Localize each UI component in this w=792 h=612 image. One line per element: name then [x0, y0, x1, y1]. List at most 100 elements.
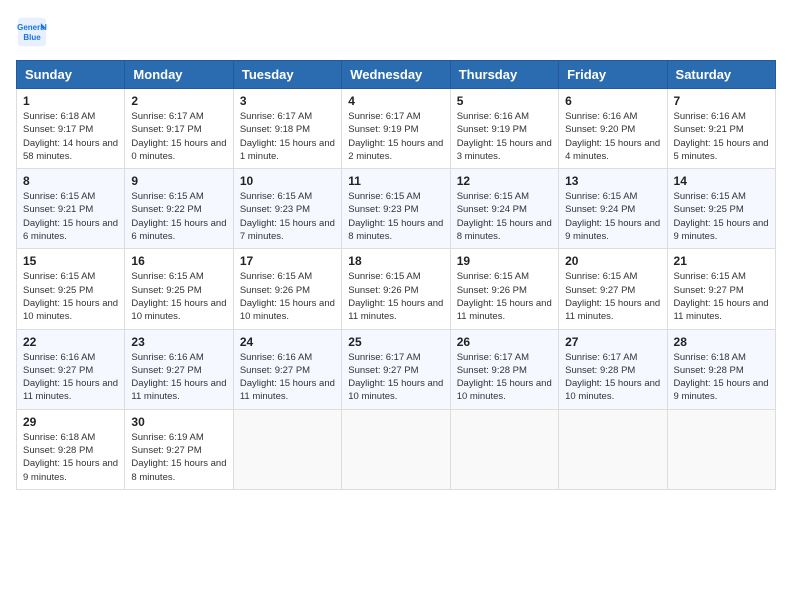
calendar-cell: 28 Sunrise: 6:18 AM Sunset: 9:28 PM Dayl… [667, 329, 775, 409]
logo: General Blue [16, 16, 52, 48]
calendar-cell: 21 Sunrise: 6:15 AM Sunset: 9:27 PM Dayl… [667, 249, 775, 329]
daylight-label: Daylight: 15 hours and 10 minutes. [348, 378, 443, 402]
day-info: Sunrise: 6:16 AM Sunset: 9:21 PM Dayligh… [674, 110, 769, 163]
calendar-cell: 24 Sunrise: 6:16 AM Sunset: 9:27 PM Dayl… [233, 329, 341, 409]
day-info: Sunrise: 6:17 AM Sunset: 9:27 PM Dayligh… [348, 351, 443, 404]
column-header-friday: Friday [559, 61, 667, 89]
sunset-label: Sunset: 9:23 PM [240, 204, 310, 215]
calendar-cell: 22 Sunrise: 6:16 AM Sunset: 9:27 PM Dayl… [17, 329, 125, 409]
daylight-label: Daylight: 15 hours and 10 minutes. [565, 378, 660, 402]
calendar-cell: 15 Sunrise: 6:15 AM Sunset: 9:25 PM Dayl… [17, 249, 125, 329]
day-info: Sunrise: 6:15 AM Sunset: 9:26 PM Dayligh… [348, 270, 443, 323]
sunset-label: Sunset: 9:27 PM [131, 445, 201, 456]
day-number: 3 [240, 94, 335, 108]
daylight-label: Daylight: 15 hours and 8 minutes. [457, 218, 552, 242]
daylight-label: Daylight: 15 hours and 9 minutes. [23, 458, 118, 482]
sunset-label: Sunset: 9:17 PM [23, 124, 93, 135]
day-info: Sunrise: 6:15 AM Sunset: 9:23 PM Dayligh… [240, 190, 335, 243]
day-info: Sunrise: 6:15 AM Sunset: 9:25 PM Dayligh… [674, 190, 769, 243]
calendar-cell: 5 Sunrise: 6:16 AM Sunset: 9:19 PM Dayli… [450, 89, 558, 169]
sunset-label: Sunset: 9:27 PM [240, 365, 310, 376]
calendar-cell: 11 Sunrise: 6:15 AM Sunset: 9:23 PM Dayl… [342, 169, 450, 249]
day-number: 11 [348, 174, 443, 188]
daylight-label: Daylight: 15 hours and 10 minutes. [23, 298, 118, 322]
daylight-label: Daylight: 15 hours and 6 minutes. [23, 218, 118, 242]
sunset-label: Sunset: 9:18 PM [240, 124, 310, 135]
day-number: 16 [131, 254, 226, 268]
calendar-cell: 30 Sunrise: 6:19 AM Sunset: 9:27 PM Dayl… [125, 409, 233, 489]
column-header-wednesday: Wednesday [342, 61, 450, 89]
day-info: Sunrise: 6:15 AM Sunset: 9:27 PM Dayligh… [674, 270, 769, 323]
calendar-cell: 14 Sunrise: 6:15 AM Sunset: 9:25 PM Dayl… [667, 169, 775, 249]
daylight-label: Daylight: 15 hours and 11 minutes. [23, 378, 118, 402]
day-info: Sunrise: 6:18 AM Sunset: 9:17 PM Dayligh… [23, 110, 118, 163]
sunrise-label: Sunrise: 6:15 AM [23, 191, 95, 202]
sunset-label: Sunset: 9:25 PM [131, 285, 201, 296]
calendar-week-row: 29 Sunrise: 6:18 AM Sunset: 9:28 PM Dayl… [17, 409, 776, 489]
day-number: 21 [674, 254, 769, 268]
sunrise-label: Sunrise: 6:16 AM [240, 352, 312, 363]
sunset-label: Sunset: 9:27 PM [348, 365, 418, 376]
sunset-label: Sunset: 9:28 PM [457, 365, 527, 376]
daylight-label: Daylight: 15 hours and 8 minutes. [348, 218, 443, 242]
day-number: 30 [131, 415, 226, 429]
daylight-label: Daylight: 15 hours and 9 minutes. [565, 218, 660, 242]
calendar-cell: 29 Sunrise: 6:18 AM Sunset: 9:28 PM Dayl… [17, 409, 125, 489]
day-number: 29 [23, 415, 118, 429]
calendar-week-row: 8 Sunrise: 6:15 AM Sunset: 9:21 PM Dayli… [17, 169, 776, 249]
day-info: Sunrise: 6:15 AM Sunset: 9:24 PM Dayligh… [565, 190, 660, 243]
sunset-label: Sunset: 9:26 PM [348, 285, 418, 296]
sunset-label: Sunset: 9:24 PM [565, 204, 635, 215]
sunrise-label: Sunrise: 6:15 AM [565, 191, 637, 202]
calendar-cell [233, 409, 341, 489]
day-number: 5 [457, 94, 552, 108]
calendar-cell: 13 Sunrise: 6:15 AM Sunset: 9:24 PM Dayl… [559, 169, 667, 249]
sunrise-label: Sunrise: 6:19 AM [131, 432, 203, 443]
day-number: 24 [240, 335, 335, 349]
calendar-cell: 4 Sunrise: 6:17 AM Sunset: 9:19 PM Dayli… [342, 89, 450, 169]
day-number: 10 [240, 174, 335, 188]
logo-icon: General Blue [16, 16, 48, 48]
day-number: 4 [348, 94, 443, 108]
sunrise-label: Sunrise: 6:18 AM [674, 352, 746, 363]
day-info: Sunrise: 6:16 AM Sunset: 9:19 PM Dayligh… [457, 110, 552, 163]
day-number: 15 [23, 254, 118, 268]
sunrise-label: Sunrise: 6:18 AM [23, 111, 95, 122]
calendar-cell: 9 Sunrise: 6:15 AM Sunset: 9:22 PM Dayli… [125, 169, 233, 249]
day-number: 7 [674, 94, 769, 108]
sunset-label: Sunset: 9:27 PM [23, 365, 93, 376]
day-number: 6 [565, 94, 660, 108]
day-number: 17 [240, 254, 335, 268]
daylight-label: Daylight: 15 hours and 10 minutes. [131, 298, 226, 322]
day-info: Sunrise: 6:15 AM Sunset: 9:21 PM Dayligh… [23, 190, 118, 243]
calendar-cell: 19 Sunrise: 6:15 AM Sunset: 9:26 PM Dayl… [450, 249, 558, 329]
daylight-label: Daylight: 15 hours and 10 minutes. [240, 298, 335, 322]
sunrise-label: Sunrise: 6:17 AM [348, 352, 420, 363]
day-info: Sunrise: 6:17 AM Sunset: 9:28 PM Dayligh… [565, 351, 660, 404]
day-number: 14 [674, 174, 769, 188]
day-info: Sunrise: 6:16 AM Sunset: 9:27 PM Dayligh… [23, 351, 118, 404]
day-info: Sunrise: 6:16 AM Sunset: 9:27 PM Dayligh… [240, 351, 335, 404]
day-info: Sunrise: 6:18 AM Sunset: 9:28 PM Dayligh… [674, 351, 769, 404]
day-number: 27 [565, 335, 660, 349]
sunset-label: Sunset: 9:25 PM [23, 285, 93, 296]
calendar-cell: 18 Sunrise: 6:15 AM Sunset: 9:26 PM Dayl… [342, 249, 450, 329]
calendar-cell: 16 Sunrise: 6:15 AM Sunset: 9:25 PM Dayl… [125, 249, 233, 329]
day-number: 23 [131, 335, 226, 349]
day-number: 1 [23, 94, 118, 108]
sunrise-label: Sunrise: 6:16 AM [457, 111, 529, 122]
day-info: Sunrise: 6:15 AM Sunset: 9:26 PM Dayligh… [457, 270, 552, 323]
day-info: Sunrise: 6:17 AM Sunset: 9:19 PM Dayligh… [348, 110, 443, 163]
sunrise-label: Sunrise: 6:17 AM [131, 111, 203, 122]
day-info: Sunrise: 6:17 AM Sunset: 9:17 PM Dayligh… [131, 110, 226, 163]
day-number: 18 [348, 254, 443, 268]
daylight-label: Daylight: 15 hours and 8 minutes. [131, 458, 226, 482]
calendar-cell: 6 Sunrise: 6:16 AM Sunset: 9:20 PM Dayli… [559, 89, 667, 169]
day-info: Sunrise: 6:15 AM Sunset: 9:25 PM Dayligh… [131, 270, 226, 323]
daylight-label: Daylight: 15 hours and 11 minutes. [131, 378, 226, 402]
day-info: Sunrise: 6:16 AM Sunset: 9:20 PM Dayligh… [565, 110, 660, 163]
daylight-label: Daylight: 15 hours and 9 minutes. [674, 378, 769, 402]
sunrise-label: Sunrise: 6:15 AM [457, 191, 529, 202]
day-number: 28 [674, 335, 769, 349]
daylight-label: Daylight: 15 hours and 11 minutes. [565, 298, 660, 322]
